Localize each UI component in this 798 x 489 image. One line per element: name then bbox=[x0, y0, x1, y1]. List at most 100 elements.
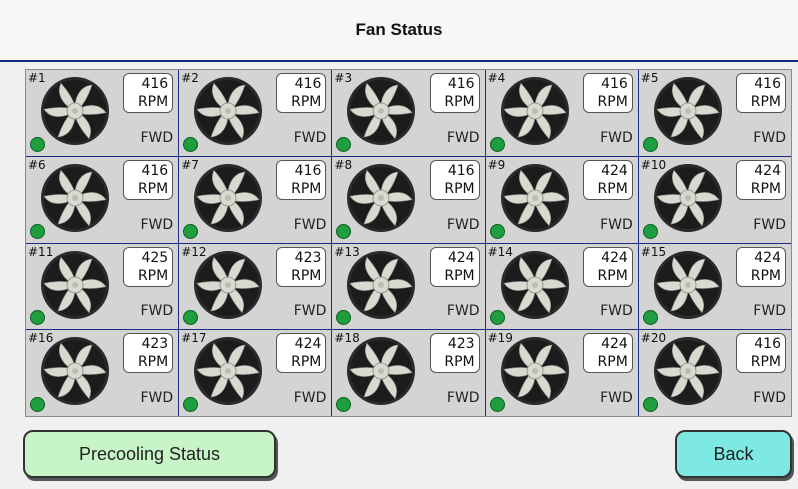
rpm-unit: RPM bbox=[444, 180, 475, 197]
header-bar: Fan Status bbox=[0, 0, 798, 62]
rpm-value: 424 bbox=[601, 162, 628, 179]
fan-icon bbox=[194, 337, 263, 406]
rpm-unit: RPM bbox=[137, 354, 169, 371]
fan-cell: #16 423 RPM FWD bbox=[26, 330, 179, 416]
rpm-display: 424 RPM bbox=[582, 333, 633, 374]
status-indicator-led bbox=[642, 136, 658, 152]
fan-icon bbox=[41, 163, 109, 232]
fan-cell: #15 424 RPM FWD bbox=[638, 243, 791, 330]
rpm-unit: RPM bbox=[444, 94, 475, 110]
rpm-display: 424 RPM bbox=[582, 159, 633, 200]
status-indicator-led bbox=[642, 223, 658, 239]
fan-icon bbox=[653, 163, 722, 232]
rpm-value: 423 bbox=[447, 336, 475, 353]
fan-cell: #12 423 RPM FWD bbox=[179, 243, 332, 330]
rpm-display: 424 RPM bbox=[735, 246, 786, 287]
fan-icon bbox=[500, 337, 569, 406]
fan-cell: #14 424 RPM FWD bbox=[485, 243, 638, 330]
fan-icon bbox=[347, 77, 416, 145]
fan-cell: #2 416 RPM FWD bbox=[179, 70, 332, 156]
rpm-display: 416 RPM bbox=[123, 73, 174, 113]
rpm-display: 424 RPM bbox=[735, 159, 786, 200]
rpm-value: 416 bbox=[601, 76, 628, 92]
fan-cell: #6 416 RPM FWD bbox=[26, 156, 179, 243]
fan-number: #16 bbox=[28, 331, 54, 346]
fan-direction: FWD bbox=[293, 390, 327, 406]
rpm-unit: RPM bbox=[750, 180, 781, 197]
fan-direction: FWD bbox=[600, 129, 633, 146]
fan-number: #9 bbox=[487, 157, 506, 172]
fan-number: #13 bbox=[334, 244, 360, 259]
page-title: Fan Status bbox=[355, 20, 443, 39]
fan-cell: #4 416 RPM FWD bbox=[485, 70, 638, 156]
fan-direction: FWD bbox=[600, 303, 633, 320]
rpm-unit: RPM bbox=[597, 267, 628, 284]
rpm-display: 424 RPM bbox=[582, 246, 633, 287]
rpm-unit: RPM bbox=[597, 94, 628, 110]
status-indicator-led bbox=[489, 136, 505, 152]
fan-icon bbox=[347, 163, 416, 232]
rpm-value: 416 bbox=[141, 162, 169, 179]
fan-number: #15 bbox=[640, 244, 667, 259]
fan-icon bbox=[41, 77, 109, 145]
fan-direction: FWD bbox=[753, 129, 786, 146]
fan-number: #1 bbox=[28, 71, 46, 85]
rpm-display: 416 RPM bbox=[582, 73, 633, 113]
status-indicator-led bbox=[336, 136, 352, 152]
rpm-unit: RPM bbox=[444, 354, 475, 371]
fan-icon bbox=[653, 250, 722, 319]
fan-direction: FWD bbox=[753, 216, 786, 233]
status-indicator-led bbox=[336, 397, 352, 412]
fan-icon bbox=[41, 337, 109, 406]
status-indicator-led bbox=[183, 136, 199, 152]
rpm-value: 416 bbox=[141, 76, 169, 92]
status-indicator-led bbox=[183, 223, 199, 239]
status-indicator-led bbox=[183, 397, 199, 412]
rpm-value: 416 bbox=[754, 336, 781, 353]
rpm-display: 416 RPM bbox=[735, 333, 786, 374]
fan-number: #10 bbox=[640, 157, 667, 172]
rpm-value: 424 bbox=[754, 249, 781, 266]
fan-number: #8 bbox=[334, 157, 353, 172]
rpm-value: 424 bbox=[601, 336, 628, 353]
fan-icon bbox=[194, 163, 263, 232]
precooling-status-button[interactable]: Precooling Status bbox=[23, 430, 276, 478]
rpm-display: 423 RPM bbox=[276, 246, 327, 287]
fan-direction: FWD bbox=[446, 303, 480, 320]
rpm-unit: RPM bbox=[291, 180, 322, 197]
rpm-unit: RPM bbox=[597, 180, 628, 197]
status-indicator-led bbox=[489, 310, 505, 326]
status-indicator-led bbox=[30, 310, 45, 326]
status-indicator-led bbox=[183, 310, 199, 326]
fan-direction: FWD bbox=[140, 129, 174, 146]
fan-direction: FWD bbox=[446, 390, 480, 406]
fan-cell: #10 424 RPM FWD bbox=[638, 156, 791, 243]
fan-direction: FWD bbox=[600, 216, 633, 233]
rpm-unit: RPM bbox=[137, 180, 169, 197]
fan-direction: FWD bbox=[753, 390, 786, 406]
fan-number: #6 bbox=[28, 157, 46, 172]
back-button[interactable]: Back bbox=[675, 430, 792, 478]
rpm-value: 424 bbox=[601, 249, 628, 266]
rpm-value: 416 bbox=[754, 76, 781, 92]
fan-cell: #9 424 RPM FWD bbox=[485, 156, 638, 243]
rpm-value: 424 bbox=[447, 249, 475, 266]
fan-cell: #19 424 RPM FWD bbox=[485, 330, 638, 416]
fan-number: #2 bbox=[181, 71, 199, 85]
rpm-display: 425 RPM bbox=[123, 246, 174, 287]
fan-direction: FWD bbox=[446, 216, 480, 233]
rpm-value: 416 bbox=[294, 76, 322, 92]
fan-direction: FWD bbox=[293, 129, 327, 146]
fan-direction: FWD bbox=[293, 303, 327, 320]
rpm-unit: RPM bbox=[750, 267, 781, 284]
fan-icon bbox=[347, 250, 416, 319]
fan-cell: #17 424 RPM FWD bbox=[179, 330, 332, 416]
fan-number: #18 bbox=[334, 331, 360, 346]
fan-direction: FWD bbox=[293, 216, 327, 233]
rpm-display: 416 RPM bbox=[123, 159, 174, 200]
rpm-value: 416 bbox=[447, 162, 475, 179]
fan-number: #3 bbox=[334, 71, 353, 85]
rpm-display: 416 RPM bbox=[276, 159, 327, 200]
rpm-value: 423 bbox=[294, 249, 322, 266]
status-indicator-led bbox=[30, 223, 45, 239]
